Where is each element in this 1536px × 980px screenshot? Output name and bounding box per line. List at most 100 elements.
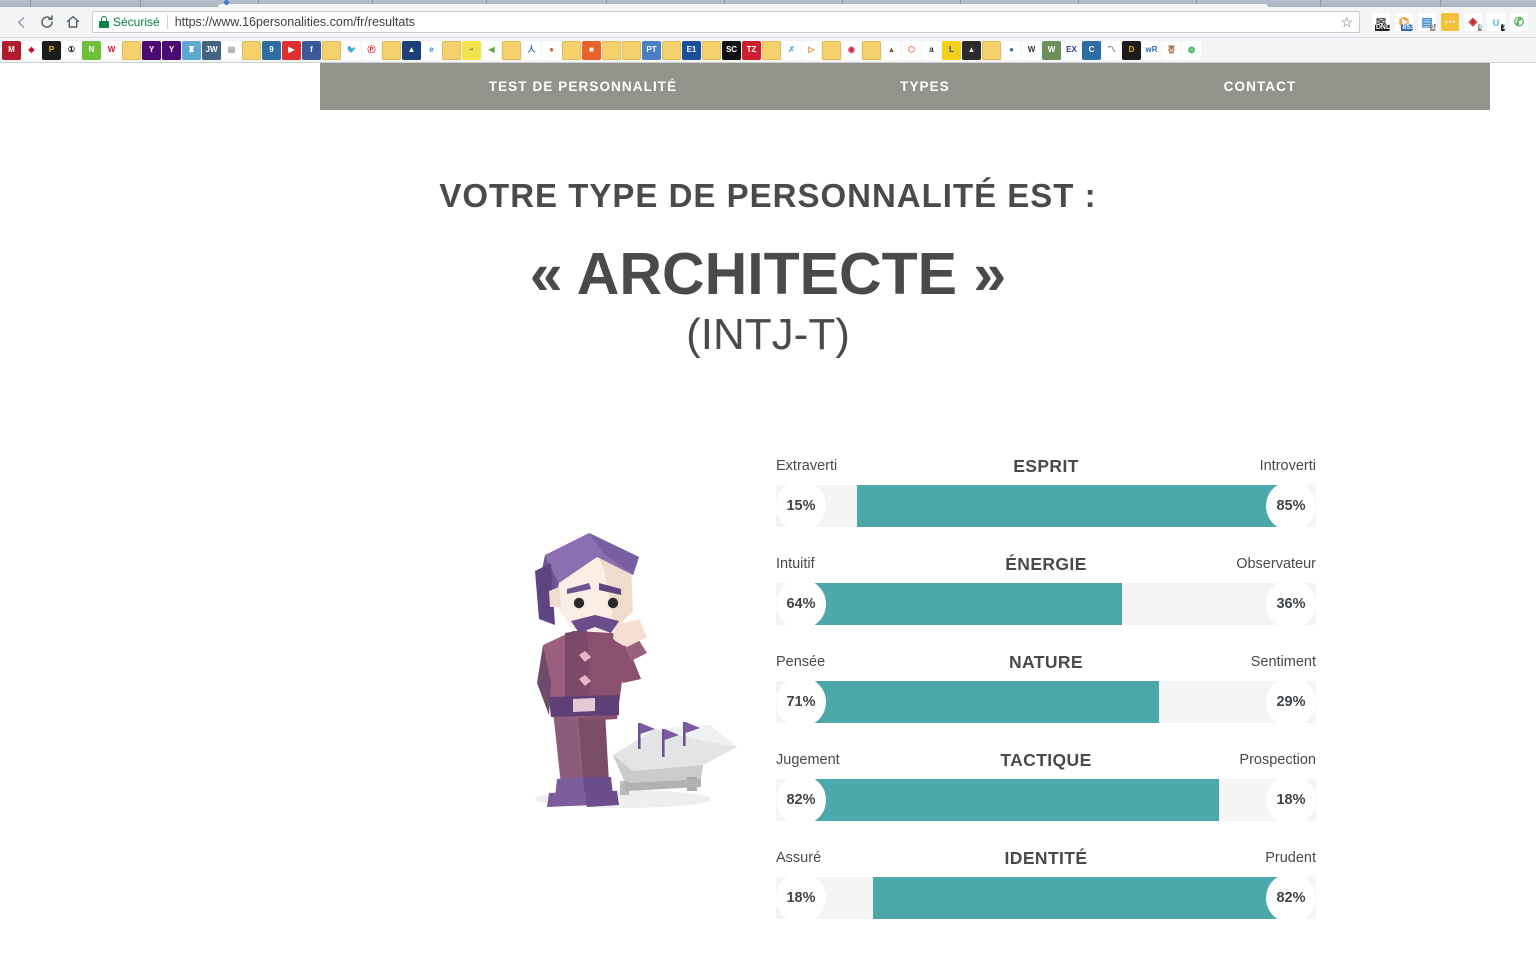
nav-item-contact[interactable]: CONTACT [1110,79,1410,94]
trait-track: 82% 18% [776,775,1316,825]
bookmark-wh[interactable]: W [1042,40,1061,60]
reload-icon[interactable] [34,9,60,35]
bookmark-smiley[interactable]: ᵕ [462,40,481,60]
bookmark-folder-6[interactable] [502,40,521,60]
bookmark-facebook[interactable]: f [302,40,321,60]
browser-toolbar: Sécurisé https://www.16personalities.com… [0,7,1536,38]
bookmark-folder-3[interactable] [322,40,341,60]
personality-traits-chart: ESPRIT Extraverti Introverti 15% 85% ÉNERGIE I… [776,456,1316,923]
phone-extension-icon[interactable]: ✆ [1510,13,1528,31]
active-tab[interactable] [218,4,1268,7]
bookmark-tower[interactable]: ♜ [182,40,201,60]
tab-strip[interactable] [0,0,1536,7]
bookmark-lidl[interactable]: L [942,40,961,60]
bookmark-dark-app[interactable]: ▲ [962,40,981,60]
bookmark-hex[interactable]: ⬡ [902,40,921,60]
address-bar[interactable]: Sécurisé https://www.16personalities.com… [92,11,1360,33]
bookmark-pt[interactable]: PT [642,40,661,60]
lock-icon: Sécurisé [99,15,160,29]
bookmark-pin[interactable]: ◉ [842,40,861,60]
bookmark-duolingo[interactable]: 🦉 [1162,40,1181,60]
bookmark-e1[interactable]: E1 [682,40,701,60]
bookmark-1688[interactable]: ■ [582,40,601,60]
bookmark-x[interactable]: ✗ [782,40,801,60]
bookmark-ex[interactable]: EX [1062,40,1081,60]
bookmark-edge[interactable]: e [422,40,441,60]
bookmark-store[interactable]: ▲ [882,40,901,60]
bookmark-star-icon[interactable]: ☆ [1340,14,1353,31]
ghost-extension-icon[interactable]: ʊ1 [1487,13,1505,31]
rss-feed-extension-icon[interactable]: ⌬ 853 [1395,13,1413,31]
bookmark-folder-2[interactable] [242,40,261,60]
bookmark-folder-10[interactable] [662,40,681,60]
bookmark-folder-15[interactable] [982,40,1001,60]
trait-left-label: Extraverti [776,458,838,474]
bookmark-diamond[interactable]: ◆ [22,40,41,60]
bookmark-youtube[interactable]: ▶ [282,40,301,60]
bookmark-y2[interactable]: Y [162,40,181,60]
bookmark-jw[interactable]: JW [202,40,221,60]
bookmark-folder-11[interactable] [702,40,721,60]
bookmark-p88[interactable]: P [42,40,61,60]
bookmark-y1[interactable]: Y [142,40,161,60]
bookmark-orange-circle[interactable]: ● [542,40,561,60]
bookmark-folder-8[interactable] [602,40,621,60]
chat-extension-icon[interactable]: ⋯ [1441,13,1459,31]
bookmark-c[interactable]: C [1082,40,1101,60]
bookmark-green-globe[interactable]: ◍ [1182,40,1201,60]
bookmark-folder-5[interactable] [442,40,461,60]
nav-item-test-de-personnalite[interactable]: TEST DE PERSONNALITÉ [433,79,733,94]
nav-item-types[interactable]: TYPES [775,79,1075,94]
bookmark-folder-12[interactable] [762,40,781,60]
headline-block: VOTRE TYPE DE PERSONNALITÉ EST : « ARCHI… [0,176,1536,362]
shield-extension-icon[interactable]: ◈ 6 [1464,13,1482,31]
trait-left-value: 82% [776,775,826,825]
bookmark-1x[interactable]: ① [62,40,81,60]
back-arrow-icon[interactable] [8,9,34,35]
trait-row: IDENTITÉ Assuré Prudent 18% 82% [776,848,1316,923]
bookmark-m[interactable]: M [2,40,21,60]
url-text[interactable]: https://www.16personalities.com/fr/resul… [175,15,415,29]
bookmark-arrow-green[interactable]: ◀ [482,40,501,60]
trait-right-value: 18% [1266,775,1316,825]
bookmark-folder-14[interactable] [862,40,881,60]
home-icon[interactable] [60,9,86,35]
trait-left-value: 15% [776,481,826,531]
bookmark-squiggle[interactable]: 〽 [1102,40,1121,60]
bookmark-w[interactable]: W [102,40,121,60]
trait-track: 71% 29% [776,677,1316,727]
bookmark-folder-1[interactable] [122,40,141,60]
bookmark-twitter[interactable]: 🐦 [342,40,361,60]
bookmark-amazon[interactable]: a [922,40,941,60]
bookmarks-bar[interactable]: M ◆ P ① N W Y Y ♜ JW ▤ 9 ▶ f 🐦 Ⓟ ▲ e ᵕ ◀ 人 ● ■ PT E1 SC TZ ✗ ▷ ◉ ▲ ⬡ a L ▲… [0,38,1536,63]
bookmark-bank[interactable]: ▲ [402,40,421,60]
bookmark-runner[interactable]: 人 [522,40,541,60]
trait-right-label: Prospection [1239,752,1316,768]
bookmark-folder-4[interactable] [382,40,401,60]
bookmark-dict[interactable]: D [1122,40,1141,60]
extension-tray: ✉DND ⌬853 ▤1j ⋯ ◈6 ʊ1 ✆ [1366,13,1528,31]
trait-left-label: Pensée [776,654,826,670]
mail-extension-icon[interactable]: ✉ DND [1372,13,1390,31]
window-extension-icon[interactable]: ▤1j [1418,13,1436,31]
trait-right-value: 85% [1266,481,1316,531]
bookmark-blue-dot[interactable]: ● [1002,40,1021,60]
trait-row: TACTIQUE Jugement Prospection 82% 18% [776,750,1316,825]
bookmark-cal9[interactable]: 9 [262,40,281,60]
trait-row: ESPRIT Extraverti Introverti 15% 85% [776,456,1316,531]
trait-title: IDENTITÉ [1004,848,1088,868]
trait-right-label: Prudent [1265,850,1316,866]
bookmark-wr[interactable]: wR [1142,40,1161,60]
bookmark-play[interactable]: ▷ [802,40,821,60]
trait-row: ÉNERGIE Intuitif Observateur 64% 36% [776,554,1316,629]
bookmark-pinterest[interactable]: Ⓟ [362,40,381,60]
bookmark-doc[interactable]: ▤ [222,40,241,60]
trait-right-value: 36% [1266,579,1316,629]
bookmark-folder-9[interactable] [622,40,641,60]
bookmark-wikipedia[interactable]: W [1022,40,1041,60]
bookmark-n[interactable]: N [82,40,101,60]
bookmark-folder-13[interactable] [822,40,841,60]
bookmark-sc[interactable]: SC [722,40,741,60]
bookmark-folder-7[interactable] [562,40,581,60]
bookmark-tz[interactable]: TZ [742,40,761,60]
